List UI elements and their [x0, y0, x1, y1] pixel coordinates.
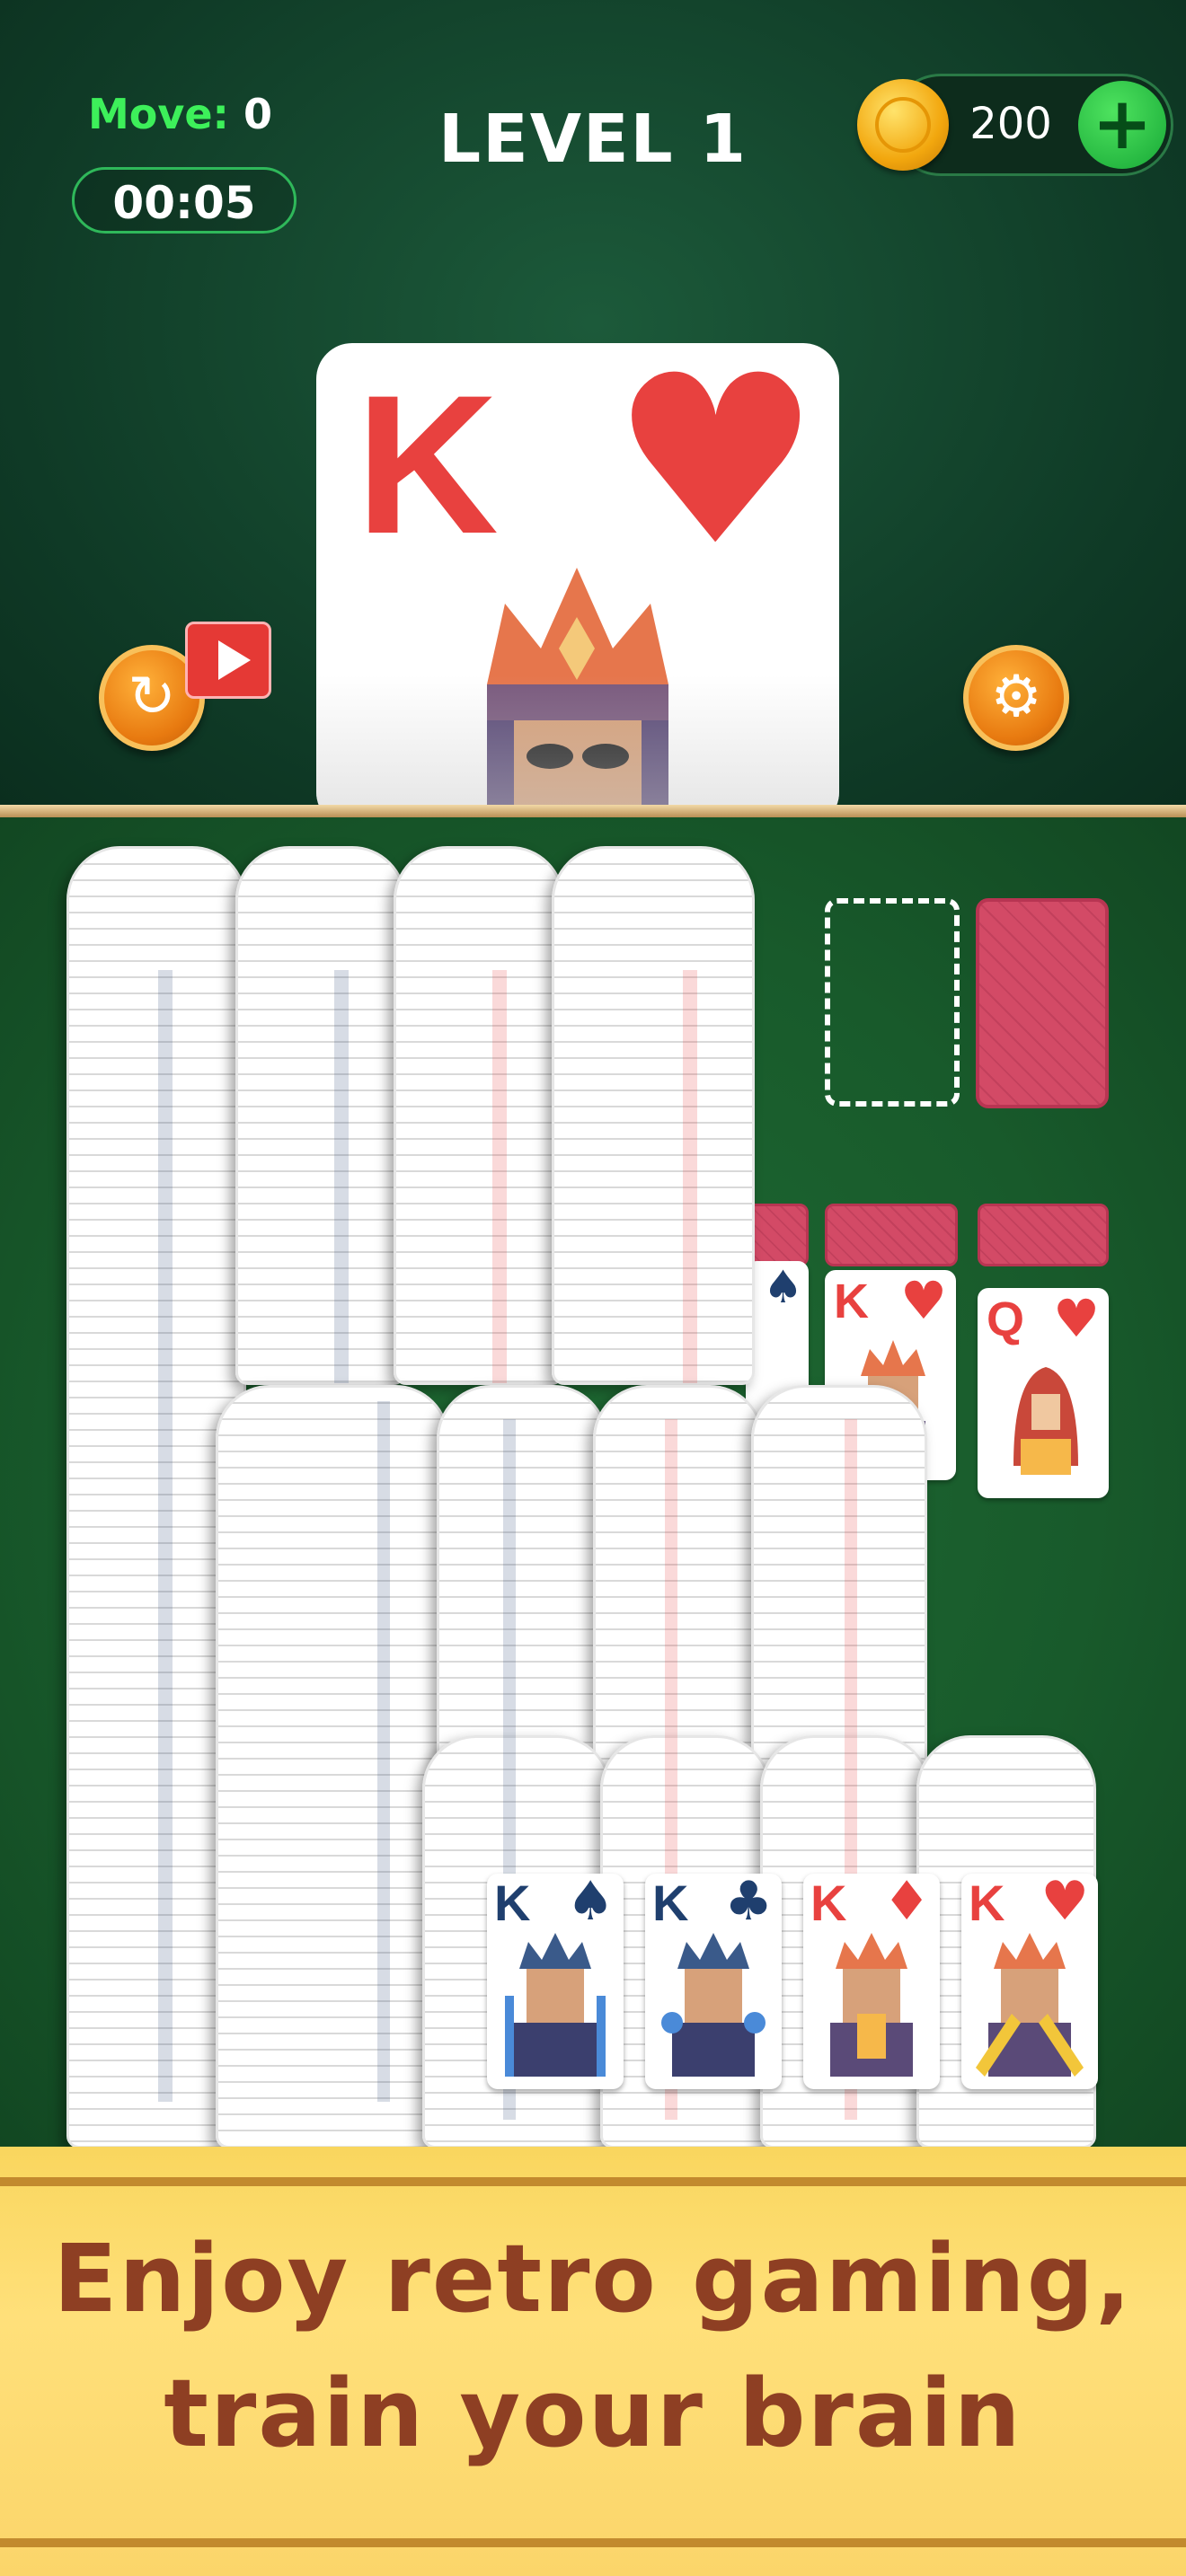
king-portrait [505, 1933, 606, 2077]
king-portrait [661, 1933, 766, 2077]
spade-icon: ♠ [566, 1874, 615, 1933]
promo-banner: Enjoy retro gaming, train your brain [0, 2147, 1186, 2576]
banner-line-1: Enjoy retro gaming, [53, 2224, 1133, 2333]
stack-markings [158, 970, 857, 2120]
foundation-king-clubs[interactable]: K ♣ [645, 1874, 782, 2089]
foundation-king-spades[interactable]: K ♠ [487, 1874, 624, 2089]
heart-icon: ♥ [1040, 1874, 1089, 1933]
king-portrait [830, 1933, 913, 2077]
card-rank: K [969, 1875, 1005, 1931]
diamond-icon: ♦ [882, 1874, 931, 1933]
card-rank: K [810, 1875, 847, 1931]
banner-stripe [0, 2177, 1186, 2186]
card-rank: K [652, 1875, 689, 1931]
foundation-king-diamonds[interactable]: K ♦ [803, 1874, 940, 2089]
banner-stripe [0, 2538, 1186, 2547]
king-portrait [976, 1933, 1084, 2077]
card-rank: K [494, 1875, 531, 1931]
foundation-king-hearts[interactable]: K ♥ [961, 1874, 1098, 2089]
banner-line-2: train your brain [164, 2359, 1022, 2468]
club-icon: ♣ [724, 1874, 773, 1933]
